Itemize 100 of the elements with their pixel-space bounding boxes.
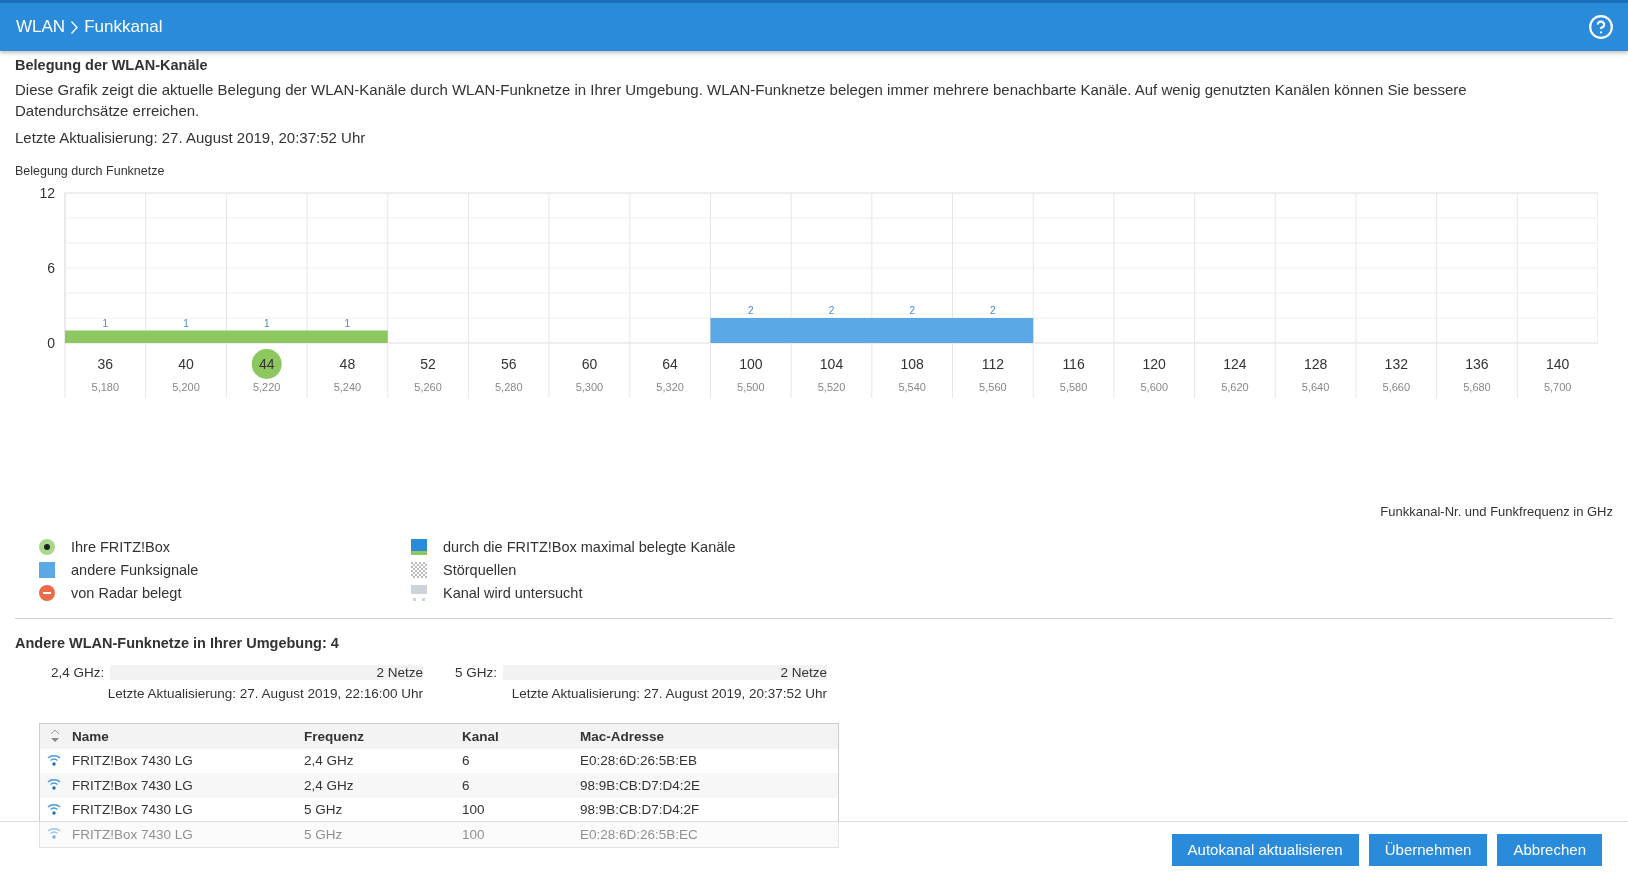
channel-frequency: 5,200 [172, 381, 200, 393]
table-cell-text: 5 GHz [304, 802, 344, 818]
channel-number[interactable]: 44 [258, 356, 275, 372]
section-title: Belegung der WLAN-Kanäle [15, 57, 209, 73]
channel-frequency: 5,320 [656, 381, 684, 393]
square-icon [411, 538, 427, 555]
legend-label: von Radar belegt [71, 584, 182, 601]
channel-number[interactable]: 128 [1303, 356, 1328, 372]
selected-channel-marker [251, 349, 282, 379]
last-update-text: Letzte Aktualisierung: 27. August 2019, 22:16:00 Uhr [107, 686, 423, 701]
x-axis-title: Funkkanal-Nr. und Funkfrequenz in GHz [1380, 504, 1613, 519]
table-cell-text: FRITZ!Box 7430 LG [72, 802, 194, 818]
channel-number[interactable]: 60 [581, 356, 598, 372]
minus-circle-icon [39, 584, 55, 601]
column-header[interactable]: Mac-Adresse [580, 728, 838, 744]
network-count-label: 2 [828, 305, 835, 316]
table-cell-text: 6 [462, 777, 471, 793]
channel-number[interactable]: 40 [178, 356, 194, 372]
network-count-label: 1 [263, 317, 270, 329]
network-count-label: 2 [990, 305, 996, 316]
table-cell-text: FRITZ!Box 7430 LG [72, 777, 194, 793]
axis-label: 12 [39, 185, 55, 201]
table-cell-text: 98:9B:CB:D7:D4:2F [580, 802, 701, 818]
channel-number[interactable]: 108 [900, 356, 924, 372]
channel-frequency: 5,680 [1463, 381, 1491, 393]
channel-number[interactable]: 48 [339, 356, 356, 372]
dot-icon [39, 538, 55, 555]
table-cell-text: 100 [462, 802, 486, 818]
table-cell-text: 98:9B:CB:D7:D4:2E [580, 777, 702, 793]
band-label: 2,4 GHz: [51, 665, 105, 680]
table-cell-text: 6 [462, 753, 471, 769]
channel-frequency: 5,700 [1543, 381, 1572, 393]
table-cell-text: E0:28:6D:26:5B:EC [580, 826, 699, 842]
channel-number[interactable]: 120 [1142, 356, 1166, 372]
channel-frequency: 5,580 [1059, 381, 1088, 393]
channel-frequency: 5,260 [414, 381, 442, 393]
network-count-label: 1 [344, 317, 351, 329]
channel-frequency: 5,180 [91, 381, 120, 393]
y-axis-title: Belegung durch Funknetze [15, 164, 166, 178]
square-icon [39, 561, 55, 578]
network-count-label: 1 [102, 317, 109, 329]
channel-number[interactable]: 136 [1465, 356, 1489, 372]
channel-number[interactable]: 56 [500, 356, 517, 372]
table-cell-text: FRITZ!Box 7430 LG [72, 826, 194, 842]
channel-number[interactable]: 104 [819, 356, 844, 372]
channel-frequency: 5,640 [1301, 381, 1330, 393]
channel-frequency: 5,240 [333, 381, 362, 393]
breadcrumb-item[interactable]: Funkkanal [84, 17, 163, 37]
network-count: 2 Netze [110, 665, 423, 680]
footer-button[interactable]: Übernehmen [1368, 833, 1488, 866]
section-title: Andere WLAN-Funknetze in Ihrer Umgebung: 4 [15, 635, 340, 651]
column-header[interactable]: Kanal [462, 728, 580, 744]
channel-frequency: 5,600 [1140, 381, 1168, 393]
channel-frequency: 5,540 [898, 381, 926, 393]
channel-frequency: 5,560 [979, 381, 1007, 393]
network-count-label: 2 [748, 305, 754, 316]
channel-frequency: 5,620 [1221, 381, 1249, 393]
table-cell-text: E0:28:6D:26:5B:EB [580, 753, 699, 769]
legend-label: durch die FRITZ!Box maximal belegte Kanäle [443, 538, 736, 555]
table-cell-text: 100 [462, 826, 486, 842]
channel-frequency: 5,660 [1382, 381, 1411, 393]
channel-number[interactable]: 132 [1384, 356, 1408, 372]
legend-label: andere Funksignale [71, 561, 199, 578]
channel-number[interactable]: 64 [662, 356, 678, 372]
column-header[interactable]: Name [72, 728, 304, 744]
sort-icon[interactable] [49, 729, 61, 744]
network-count-label: 1 [183, 317, 189, 329]
network-count-label: 2 [909, 305, 915, 316]
channel-frequency: 5,300 [575, 381, 604, 393]
channel-frequency: 5,220 [252, 381, 281, 393]
table-cell-text: 2,4 GHz [304, 777, 355, 793]
channel-number[interactable]: 36 [97, 356, 114, 372]
table-cell-text: 5 GHz [304, 826, 344, 842]
table-cell-text: FRITZ!Box 7430 LG [72, 753, 194, 769]
legend-label: Kanal wird untersucht [443, 584, 583, 601]
breadcrumb-item[interactable]: WLAN [16, 17, 66, 37]
wifi-icon [47, 801, 61, 815]
channel-number[interactable]: 112 [981, 356, 1005, 372]
channel-number[interactable]: 116 [1062, 356, 1085, 372]
channel-frequency: 5,280 [495, 381, 523, 393]
axis-label: 6 [47, 260, 55, 276]
chevron-right-icon [71, 20, 79, 34]
help-icon[interactable] [1588, 14, 1614, 40]
channel-number[interactable]: 124 [1223, 356, 1247, 372]
legend-label: Störquellen [443, 561, 517, 578]
legend-label: Ihre FRITZ!Box [71, 538, 171, 555]
wifi-icon [47, 777, 61, 791]
footer-button[interactable]: Autokanal aktualisieren [1171, 833, 1359, 866]
channel-number[interactable]: 140 [1546, 356, 1570, 372]
channel-number[interactable]: 52 [420, 356, 436, 372]
network-count: 2 Netze [503, 665, 827, 680]
wifi-icon [47, 752, 61, 766]
footer-button[interactable]: Abbrechen [1497, 833, 1602, 866]
last-update-text: Letzte Aktualisierung: 27. August 2019, 20:37:52 Uhr [15, 128, 367, 148]
last-update-text: Letzte Aktualisierung: 27. August 2019, 20:37:52 Uhr [511, 686, 827, 701]
channel-number[interactable]: 100 [739, 356, 763, 372]
band-label: 5 GHz: [455, 665, 497, 680]
description-text: Diese Grafik zeigt die aktuelle Belegung der WLAN-Kanäle durch WLAN-Funknetze in Ihrer Umgebung. WLAN-Funknetze belegen immer mehrere benachbarte Kanäle. Auf wenig genutzten Kanälen können Sie bessere Datendurchsätze erreichen. [15, 80, 1468, 121]
column-header[interactable]: Frequenz [304, 728, 462, 744]
axis-label: 0 [47, 335, 55, 351]
